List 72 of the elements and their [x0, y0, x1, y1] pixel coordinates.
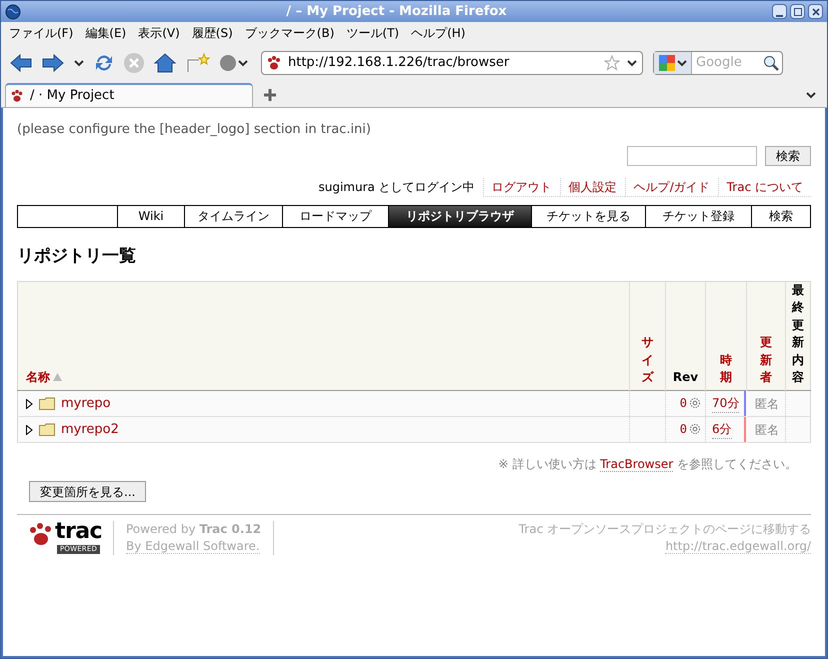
- meta-nav-link[interactable]: ログアウト: [482, 178, 560, 196]
- address-bar[interactable]: http://192.168.1.226/trac/browser: [261, 51, 643, 75]
- age-link[interactable]: 70分: [712, 394, 740, 414]
- repository-link[interactable]: myrepo2: [61, 420, 119, 440]
- menu-item[interactable]: 履歴(S): [192, 24, 233, 42]
- meta-nav-link[interactable]: Trac について: [718, 178, 811, 196]
- age-link[interactable]: 6分: [712, 420, 732, 440]
- search-button[interactable]: 検索: [765, 146, 811, 166]
- forward-arrow-icon[interactable]: [41, 52, 65, 74]
- gear-icon[interactable]: [689, 397, 701, 410]
- menu-item[interactable]: ヘルプ(H): [411, 24, 466, 42]
- search-field[interactable]: Google: [653, 51, 783, 75]
- close-icon: [812, 8, 820, 16]
- expand-triangle-icon[interactable]: [26, 398, 33, 409]
- help-link[interactable]: TracBrowser: [600, 457, 674, 472]
- globe-dropdown-icon[interactable]: [219, 54, 249, 72]
- star-icon[interactable]: [604, 55, 620, 71]
- bookmark-star-icon[interactable]: [185, 52, 211, 74]
- search-icon[interactable]: [763, 55, 779, 71]
- page-heading: リポジトリ一覧: [17, 244, 137, 268]
- google-icon: [658, 55, 674, 71]
- menu-item[interactable]: ブックマーク(B): [244, 24, 334, 42]
- back-arrow-icon[interactable]: [9, 52, 33, 74]
- close-button[interactable]: [808, 4, 823, 19]
- author-cell: 匿名: [746, 416, 786, 443]
- globe-icon: [5, 4, 21, 20]
- home-icon[interactable]: [153, 52, 177, 74]
- search-engine-input[interactable]: Google: [692, 53, 763, 73]
- expand-triangle-icon[interactable]: [26, 424, 33, 435]
- visit-text: Trac オープンソースプロジェクトのページに移動する: [518, 521, 811, 538]
- paw-icon: [10, 89, 24, 103]
- meta-nav-link[interactable]: ヘルプ/ガイド: [624, 178, 718, 196]
- dropdown-caret-icon[interactable]: [626, 59, 638, 67]
- maximize-icon: [794, 8, 802, 16]
- meta-nav-link[interactable]: 個人設定: [560, 178, 625, 196]
- menu-item[interactable]: 編集(E): [85, 24, 126, 42]
- gear-icon[interactable]: [689, 423, 701, 436]
- paw-icon: [29, 521, 53, 548]
- maximize-button[interactable]: [790, 4, 805, 19]
- menu-item[interactable]: 表示(V): [138, 24, 180, 42]
- help-note: ※ 詳しい使い方は TracBrowser を参照してください。: [498, 456, 797, 474]
- powered-by-text: Powered by Trac 0.12: [126, 521, 262, 538]
- revision-link[interactable]: 0: [680, 420, 687, 438]
- revision-link[interactable]: 0: [680, 394, 687, 412]
- engine-selector[interactable]: [654, 52, 692, 74]
- table-row[interactable]: myrepo2 0 6分 匿名: [18, 416, 810, 443]
- minimize-icon: [776, 14, 783, 18]
- repository-link[interactable]: myrepo: [61, 394, 111, 414]
- new-tab-icon[interactable]: [263, 88, 277, 102]
- browser-tab[interactable]: / · My Project: [5, 83, 253, 107]
- dropdown-caret-icon: [676, 59, 686, 67]
- header-note: (please configure the [header_logo] section in trac.ini): [17, 121, 372, 139]
- tab-title: / · My Project: [30, 87, 114, 106]
- folder-icon: [39, 397, 55, 410]
- url-text: http://192.168.1.226/trac/browser: [288, 54, 510, 72]
- table-row[interactable]: myrepo 0 70分 匿名: [18, 390, 810, 417]
- column-header: 最終更新内容: [786, 282, 810, 391]
- dropdown-caret-icon[interactable]: [73, 59, 85, 67]
- logo-text: trac: [55, 521, 102, 544]
- column-header[interactable]: 名称: [18, 282, 630, 391]
- window-title: / – My Project - Mozilla Firefox: [285, 2, 508, 21]
- search-input[interactable]: [627, 146, 757, 166]
- nav-tab[interactable]: リポジトリブラウザ: [388, 206, 531, 226]
- minimize-button[interactable]: [772, 4, 787, 19]
- dropdown-caret-icon[interactable]: [805, 91, 817, 99]
- view-changes-button[interactable]: 変更箇所を見る...: [29, 481, 146, 502]
- paw-icon: [266, 55, 282, 71]
- login-status: sugimura としてログイン中: [318, 178, 476, 196]
- author-cell: 匿名: [746, 390, 786, 417]
- folder-icon: [39, 423, 55, 436]
- menu-item[interactable]: ファイル(F): [9, 24, 74, 42]
- menu-item[interactable]: ツール(T): [346, 24, 400, 42]
